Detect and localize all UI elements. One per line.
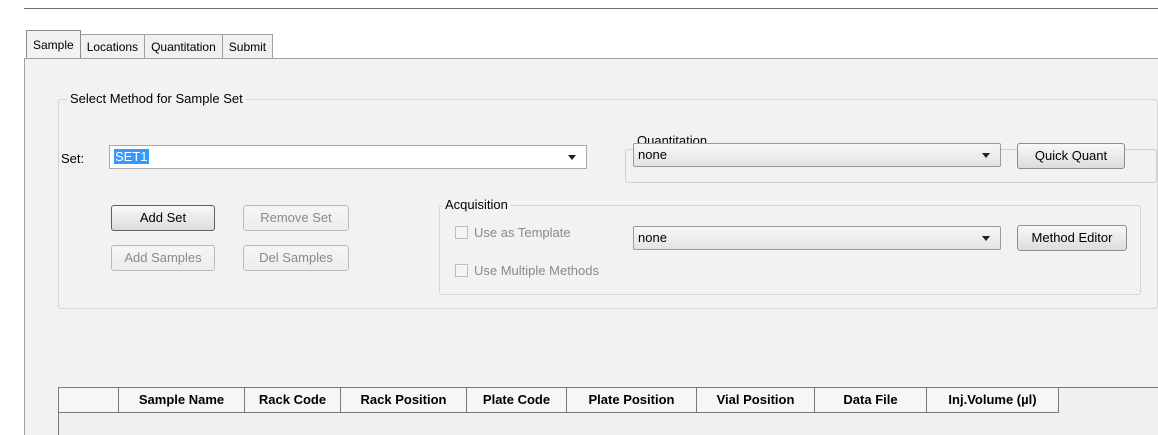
use-multiple-methods-checkbox[interactable]: Use Multiple Methods — [455, 263, 599, 278]
checkbox-box[interactable] — [455, 264, 468, 277]
acquisition-value: none — [638, 230, 667, 245]
chevron-down-icon[interactable] — [568, 155, 576, 160]
column-header-plate-code[interactable]: Plate Code — [467, 388, 567, 412]
add-set-button[interactable]: Add Set — [111, 205, 215, 231]
remove-set-button[interactable]: Remove Set — [243, 205, 349, 231]
tab-sample[interactable]: Sample — [26, 30, 81, 58]
chevron-down-icon[interactable] — [982, 236, 990, 241]
column-header-inj-volume[interactable]: Inj.Volume (µl) — [927, 388, 1059, 412]
method-editor-button[interactable]: Method Editor — [1017, 225, 1127, 251]
table-header-row: Sample Name Rack Code Rack Position Plat… — [59, 388, 1059, 413]
top-border-line — [24, 8, 1158, 9]
set-value: SET1 — [114, 149, 149, 164]
quantitation-value: none — [638, 147, 667, 162]
checkbox-box[interactable] — [455, 226, 468, 239]
column-header-data-file[interactable]: Data File — [815, 388, 927, 412]
tab-quantitation[interactable]: Quantitation — [144, 34, 223, 58]
column-header-plate-position[interactable]: Plate Position — [567, 388, 697, 412]
window-frame-left — [0, 0, 12, 434]
sample-table[interactable]: Sample Name Rack Code Rack Position Plat… — [58, 387, 1158, 435]
tab-submit[interactable]: Submit — [221, 34, 274, 58]
column-header-rack-position[interactable]: Rack Position — [341, 388, 467, 412]
column-header-rack-code[interactable]: Rack Code — [245, 388, 341, 412]
select-method-title: Select Method for Sample Set — [67, 91, 246, 106]
use-multiple-methods-label: Use Multiple Methods — [474, 263, 599, 278]
sample-tab-panel: Select Method for Sample Set Set: SET1 Q… — [24, 58, 1158, 435]
del-samples-button[interactable]: Del Samples — [243, 245, 349, 271]
use-as-template-checkbox[interactable]: Use as Template — [455, 225, 571, 240]
acquisition-combobox[interactable]: none — [633, 226, 1001, 250]
set-label: Set: — [61, 151, 85, 166]
tab-strip: Sample Locations Quantitation Submit — [26, 30, 274, 58]
column-header-row-selector[interactable] — [59, 388, 119, 412]
set-combobox[interactable]: SET1 — [109, 145, 587, 169]
use-as-template-label: Use as Template — [474, 225, 571, 240]
acquisition-title: Acquisition — [442, 197, 511, 212]
add-samples-button[interactable]: Add Samples — [111, 245, 215, 271]
tab-locations[interactable]: Locations — [79, 34, 146, 58]
chevron-down-icon[interactable] — [982, 153, 990, 158]
column-header-sample-name[interactable]: Sample Name — [119, 388, 245, 412]
quick-quant-button[interactable]: Quick Quant — [1017, 143, 1125, 169]
column-header-vial-position[interactable]: Vial Position — [697, 388, 815, 412]
quantitation-combobox[interactable]: none — [633, 143, 1001, 167]
